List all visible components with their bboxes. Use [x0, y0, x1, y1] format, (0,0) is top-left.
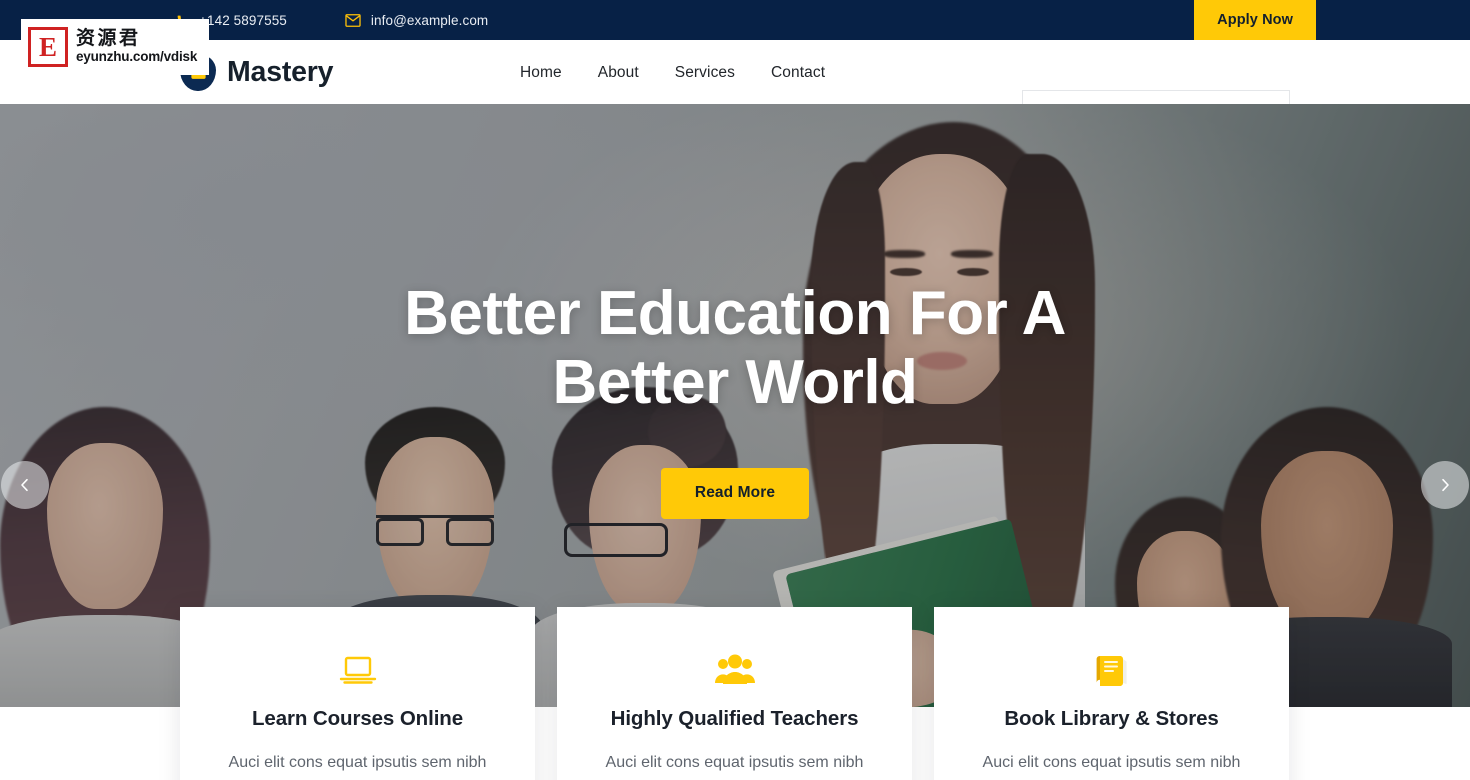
watermark-badge-icon: E: [28, 27, 68, 67]
feature-card-text: Auci elit cons equat ipsutis sem nibh: [605, 754, 864, 771]
feature-cards: Learn Courses Online Auci elit cons equa…: [180, 607, 1290, 780]
apply-now-button[interactable]: Apply Now: [1194, 0, 1316, 40]
watermark-text: 资源君 eyunzhu.com/vdisk: [76, 27, 198, 65]
main-navbar: Mastery Home About Services Contact: [0, 40, 1470, 136]
chevron-right-icon: [1437, 477, 1453, 493]
feature-card-title: Learn Courses Online: [251, 707, 464, 730]
envelope-icon: [345, 13, 361, 27]
nav-menu: Home About Services Contact: [520, 40, 825, 105]
nav-item-services[interactable]: Services: [675, 64, 735, 82]
feature-card-title: Book Library & Stores: [1004, 707, 1219, 730]
topbar-email[interactable]: info@example.com: [345, 13, 488, 28]
laptop-icon: [338, 647, 378, 693]
nav-item-contact[interactable]: Contact: [771, 64, 825, 82]
feature-card-title: Highly Qualified Teachers: [610, 707, 859, 730]
nav-item-home[interactable]: Home: [520, 64, 562, 82]
nav-item-about[interactable]: About: [598, 64, 639, 82]
watermark-cn-label: 资源君: [76, 27, 141, 50]
hero-title-line-1: Better Education For A: [404, 279, 1066, 348]
watermark-url: eyunzhu.com/vdisk: [76, 49, 198, 65]
topbar-phone-label: +142 5897555: [199, 12, 287, 28]
watermark-overlay: E 资源君 eyunzhu.com/vdisk: [21, 19, 209, 75]
feature-card-text: Auci elit cons equat ipsutis sem nibh: [982, 754, 1241, 771]
topbar-email-label: info@example.com: [370, 12, 489, 28]
page-root: +142 5897555 info@example.com Apply Now: [0, 0, 1470, 780]
feature-card-text: Auci elit cons equat ipsutis sem nibh: [228, 754, 487, 771]
read-more-button[interactable]: Read More: [661, 467, 809, 519]
chevron-left-icon: [17, 477, 33, 493]
watermark-badge-letter: E: [38, 31, 57, 62]
feature-card-highly-qualified-teachers[interactable]: Highly Qualified Teachers Auci elit cons…: [557, 607, 912, 780]
users-group-icon: [714, 647, 756, 693]
brand-name: Mastery: [227, 56, 334, 88]
carousel-prev-button[interactable]: [1, 461, 49, 509]
top-contact-bar: +142 5897555 info@example.com Apply Now: [0, 0, 1470, 40]
topbar-contact-group: +142 5897555 info@example.com: [176, 13, 488, 28]
hero-title: Better Education For A Better World: [285, 279, 1185, 418]
carousel-next-button[interactable]: [1421, 461, 1469, 509]
hero-title-line-2: Better World: [552, 348, 918, 418]
book-icon: [1094, 647, 1130, 693]
feature-card-learn-courses-online[interactable]: Learn Courses Online Auci elit cons equa…: [180, 607, 535, 780]
feature-card-book-library-stores[interactable]: Book Library & Stores Auci elit cons equ…: [934, 607, 1289, 780]
